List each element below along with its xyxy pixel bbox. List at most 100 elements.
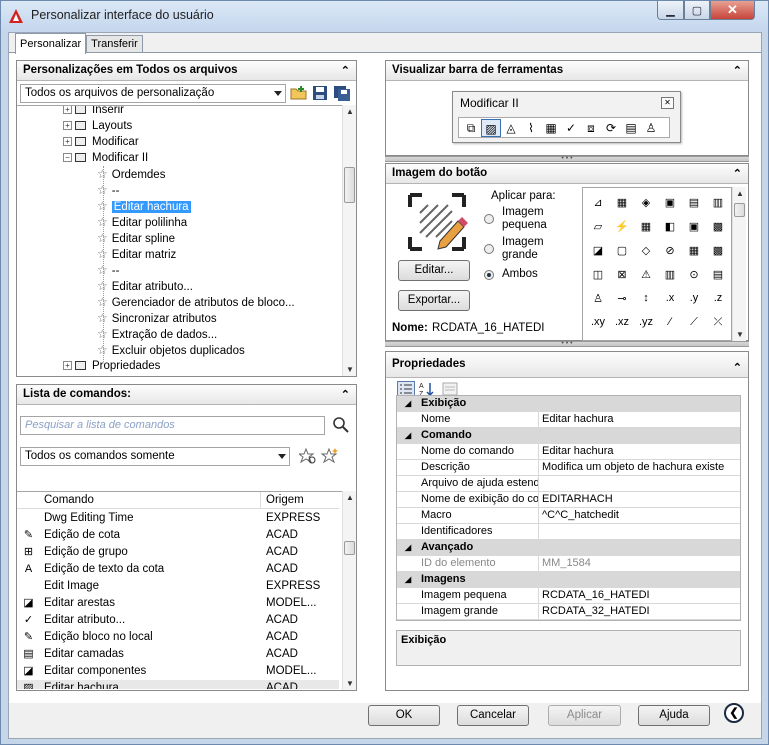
edit-array-icon[interactable]: ▦ (541, 119, 561, 137)
command-row[interactable]: ⊞ Edição de grupo ACAD (17, 544, 339, 561)
tree-item[interactable]: ☆ Editar hachura (97, 198, 191, 214)
property-category[interactable]: Comando (397, 428, 740, 444)
gallery-image-icon[interactable]: ⚠ (635, 263, 657, 285)
scroll-up-icon[interactable]: ▲ (346, 107, 354, 116)
edit-hatch-icon[interactable]: ▨ (481, 118, 501, 137)
collapse-dialog-icon[interactable]: ❮ (724, 703, 744, 723)
maximize-button[interactable]: ▢ (684, 1, 710, 20)
command-filter-select[interactable]: Todos os comandos somente (20, 447, 290, 466)
collapse-icon[interactable]: ⌃ (733, 62, 742, 81)
gallery-image-icon[interactable]: ▩ (707, 239, 729, 261)
expand-icon[interactable]: + (63, 361, 72, 371)
property-row[interactable]: Nome do comando Editar hachura (397, 444, 740, 460)
expand-icon[interactable]: + (63, 106, 72, 115)
command-row[interactable]: ◪ Editar arestas MODEL... (17, 595, 339, 612)
scroll-thumb[interactable] (344, 167, 355, 203)
tree-item[interactable]: + Propriedades (63, 358, 160, 374)
gallery-image-icon[interactable]: ⟋ (683, 311, 705, 333)
gallery-image-icon[interactable]: ▣ (683, 215, 705, 237)
save-all-icon[interactable] (333, 85, 351, 101)
expand-icon[interactable]: + (63, 137, 72, 147)
gallery-image-icon[interactable]: ▢ (611, 239, 633, 261)
search-icon[interactable] (332, 416, 350, 434)
tree-item[interactable]: ☆ Editar atributo... (97, 278, 193, 294)
property-category[interactable]: Imagens (397, 572, 740, 588)
gallery-image-icon[interactable]: ⊿ (587, 191, 609, 213)
save-icon[interactable] (312, 85, 328, 101)
scroll-up-icon[interactable]: ▲ (736, 189, 744, 198)
tree-item[interactable]: + Layouts (63, 118, 132, 134)
gallery-image-icon[interactable]: ▱ (587, 215, 609, 237)
property-category[interactable]: Avançado (397, 540, 740, 556)
radio-both[interactable] (484, 270, 494, 280)
gallery-image-icon[interactable]: .x (659, 287, 681, 309)
tab-personalizar[interactable]: Personalizar (15, 33, 87, 54)
gallery-image-icon[interactable]: ⤫ (707, 311, 729, 333)
gallery-image-icon[interactable]: ▦ (611, 191, 633, 213)
gallery-image-icon[interactable]: ◧ (659, 215, 681, 237)
gallery-image-icon[interactable]: ▦ (635, 215, 657, 237)
gallery-image-icon[interactable]: ↕ (635, 287, 657, 309)
scroll-down-icon[interactable]: ▼ (346, 365, 354, 374)
property-value[interactable]: EDITARHACH (539, 492, 740, 507)
option-both[interactable]: Ambos (484, 268, 564, 284)
edit-polyline-icon[interactable]: ◬ (501, 119, 521, 137)
gallery-image-icon[interactable]: .yz (635, 311, 657, 333)
property-value[interactable]: RCDATA_16_HATEDI (539, 588, 740, 603)
collapse-icon[interactable]: ⌃ (733, 356, 742, 381)
property-row[interactable]: Identificadores (397, 524, 740, 540)
gallery-image-icon[interactable]: ▥ (659, 263, 681, 285)
gallery-image-icon[interactable]: ◇ (635, 239, 657, 261)
property-row[interactable]: Imagem grande RCDATA_32_HATEDI (397, 604, 740, 620)
property-value[interactable]: MM_1584 (539, 556, 740, 571)
radio-small-image[interactable] (484, 214, 494, 224)
gallery-image-icon[interactable]: ▤ (683, 191, 705, 213)
tree-item[interactable]: ☆ Sincronizar atributos (97, 310, 217, 326)
tree-item[interactable]: + Modificar (63, 134, 139, 150)
property-row[interactable]: Descrição Modifica um objeto de hachura e… (397, 460, 740, 476)
sync-attributes-icon[interactable]: ⟳ (601, 119, 621, 137)
command-list[interactable]: Comando Origem Dwg Editing Time EXPRESS ✎ E… (17, 491, 356, 689)
property-row[interactable]: ID do elemento MM_1584 (397, 556, 740, 572)
command-row[interactable]: Dwg Editing Time EXPRESS (17, 510, 339, 527)
property-row[interactable]: Imagem pequena RCDATA_16_HATEDI (397, 588, 740, 604)
radio-large-image[interactable] (484, 244, 494, 254)
delete-duplicates-icon[interactable]: ♙ (641, 119, 661, 137)
tree-item[interactable]: ☆ Excluir objetos duplicados (97, 342, 245, 358)
gallery-image-icon[interactable]: ◫ (587, 263, 609, 285)
property-value[interactable]: Modifica um objeto de hachura existe (539, 460, 740, 475)
gallery-image-icon[interactable]: ⁄ (659, 311, 681, 333)
tree-item[interactable]: ☆ Ordemdes (97, 166, 165, 182)
tree-item[interactable]: ☆ Gerenciador de atributos de bloco... (97, 294, 295, 310)
property-row[interactable]: Arquivo de ajuda estendida (397, 476, 740, 492)
gallery-image-icon[interactable]: ◈ (635, 191, 657, 213)
tree-scrollbar[interactable]: ▲ ▼ (342, 105, 356, 376)
gallery-image-icon[interactable]: .xz (611, 311, 633, 333)
command-row[interactable]: ✎ Edição bloco no local ACAD (17, 629, 339, 646)
gallery-image-icon[interactable]: ⊙ (683, 263, 705, 285)
find-command-icon[interactable] (299, 448, 317, 465)
gallery-image-icon[interactable]: ▦ (683, 239, 705, 261)
tree-item[interactable]: ☆ Editar matriz (97, 246, 176, 262)
option-small-image[interactable]: Imagem pequena (484, 206, 564, 234)
gallery-image-icon[interactable]: ▤ (707, 263, 729, 285)
gallery-image-icon[interactable]: ▩ (707, 215, 729, 237)
gallery-image-icon[interactable]: ⊘ (659, 239, 681, 261)
gallery-image-icon[interactable]: ⊸ (611, 287, 633, 309)
command-list-scrollbar[interactable]: ▲ ▼ (342, 491, 356, 690)
gallery-image-icon[interactable]: ⊠ (611, 263, 633, 285)
gallery-image-icon[interactable]: ◪ (587, 239, 609, 261)
column-header-command[interactable]: Comando (44, 494, 94, 506)
edit-spline-icon[interactable]: ⌇ (521, 119, 541, 137)
gallery-image-icon[interactable]: .z (707, 287, 729, 309)
cancel-button[interactable]: Cancelar (457, 705, 529, 726)
tree-item[interactable]: ☆ Editar polilinha (97, 214, 187, 230)
scroll-up-icon[interactable]: ▲ (346, 493, 354, 502)
ok-button[interactable]: OK (368, 705, 440, 726)
gallery-image-icon[interactable]: ♙ (587, 287, 609, 309)
properties-grid[interactable]: ExibiçãoNomeEditar hachuraComandoNome do… (396, 395, 741, 621)
collapse-icon[interactable]: ⌃ (341, 62, 350, 81)
property-value[interactable]: Editar hachura (539, 444, 740, 459)
draworder-icon[interactable]: ⧉ (461, 119, 481, 137)
gallery-scrollbar[interactable]: ▲ ▼ (732, 187, 746, 341)
